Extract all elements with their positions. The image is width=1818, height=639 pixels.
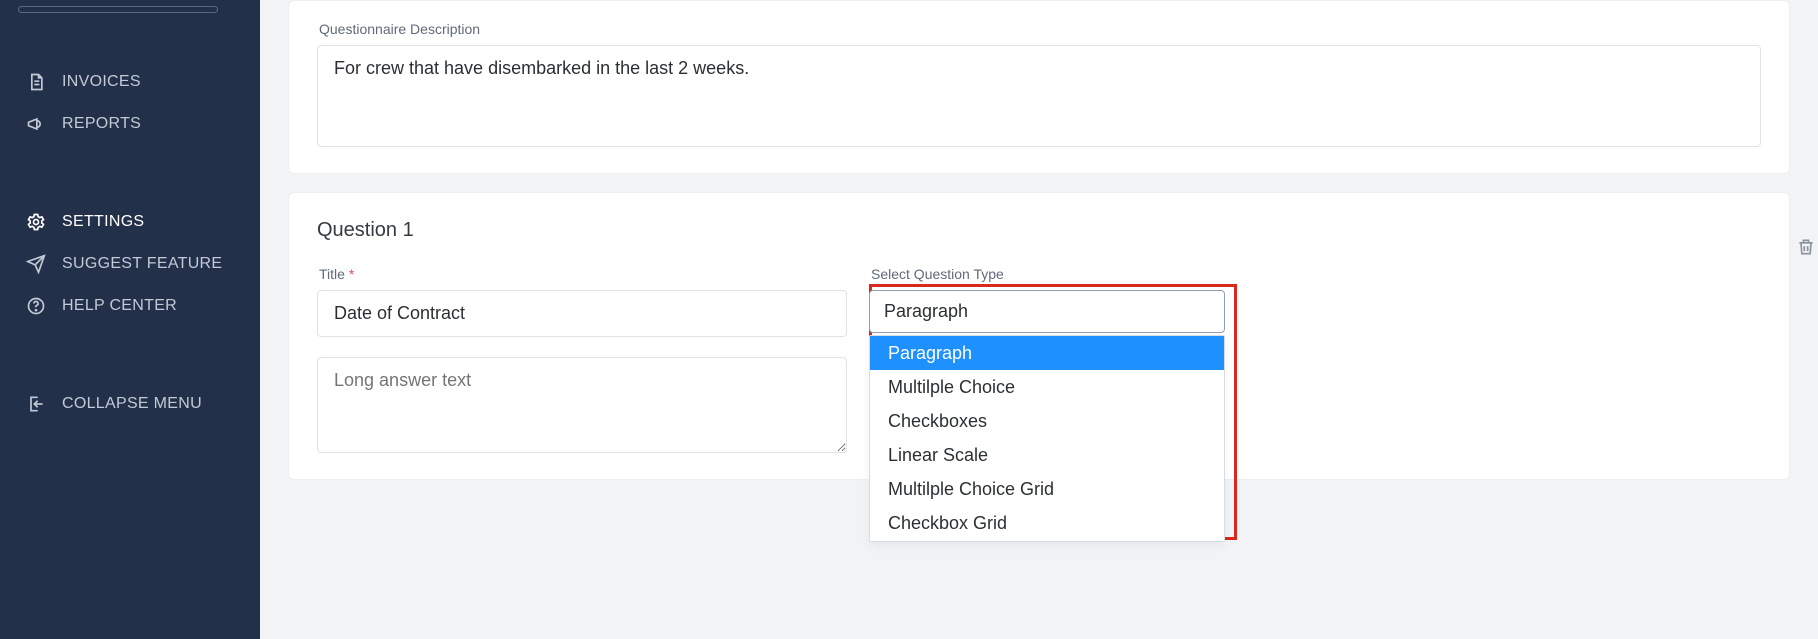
delete-question-button[interactable] <box>1796 237 1816 257</box>
question-type-selected-value: Paragraph <box>884 301 968 321</box>
question-type-option[interactable]: Multilple Choice Grid <box>870 472 1224 506</box>
collapse-icon <box>26 394 46 414</box>
megaphone-icon <box>26 114 46 134</box>
main-content: Questionnaire Description For crew that … <box>260 0 1818 639</box>
sidebar-item-label: COLLAPSE MENU <box>62 395 202 413</box>
questionnaire-description-card: Questionnaire Description For crew that … <box>288 0 1790 174</box>
sidebar-placeholder-box <box>18 6 218 13</box>
question-type-option[interactable]: Multilple Choice <box>870 370 1224 404</box>
sidebar-item-label: SUGGEST FEATURE <box>62 255 222 273</box>
sidebar-item-label: REPORTS <box>62 115 141 133</box>
question-type-option[interactable]: Paragraph <box>870 336 1224 370</box>
sidebar-item-settings[interactable]: SETTINGS <box>0 201 260 243</box>
sidebar: INVOICES REPORTS SETTINGS SUGG <box>0 0 260 639</box>
send-icon <box>26 254 46 274</box>
sidebar-item-help-center[interactable]: HELP CENTER <box>0 285 260 327</box>
question-type-option[interactable]: Linear Scale <box>870 438 1224 472</box>
description-value: For crew that have disembarked in the la… <box>334 58 749 78</box>
title-label: Title * <box>319 266 847 282</box>
sidebar-item-reports[interactable]: REPORTS <box>0 103 260 145</box>
title-label-text: Title <box>319 266 345 282</box>
question-type-option[interactable]: Checkboxes <box>870 404 1224 438</box>
help-icon <box>26 296 46 316</box>
question-type-label: Select Question Type <box>871 266 1225 282</box>
question-type-option[interactable]: Checkbox Grid <box>870 506 1224 540</box>
sidebar-item-label: HELP CENTER <box>62 297 177 315</box>
sidebar-item-collapse-menu[interactable]: COLLAPSE MENU <box>0 383 260 425</box>
sidebar-item-invoices[interactable]: INVOICES <box>0 61 260 103</box>
trash-icon <box>1796 244 1816 261</box>
question-header: Question 1 <box>317 219 1761 242</box>
gear-icon <box>26 212 46 232</box>
question-title-input[interactable] <box>317 290 847 337</box>
required-mark: * <box>349 266 354 282</box>
question-type-dropdown: Paragraph Multilple Choice Checkboxes Li… <box>869 335 1225 542</box>
sidebar-item-label: INVOICES <box>62 73 141 91</box>
sidebar-item-label: SETTINGS <box>62 213 144 231</box>
sidebar-item-suggest-feature[interactable]: SUGGEST FEATURE <box>0 243 260 285</box>
long-answer-textarea[interactable] <box>317 357 847 453</box>
description-label: Questionnaire Description <box>319 21 1761 37</box>
invoice-icon <box>26 72 46 92</box>
question-card: Question 1 Title * Select Question Type <box>288 192 1790 480</box>
question-type-select[interactable]: Paragraph <box>869 290 1225 333</box>
description-input[interactable]: For crew that have disembarked in the la… <box>317 45 1761 147</box>
